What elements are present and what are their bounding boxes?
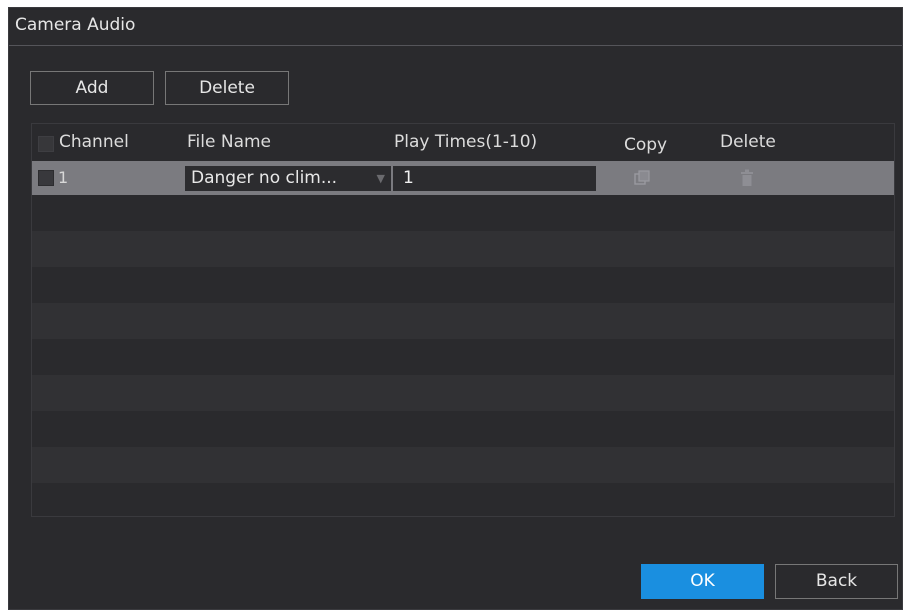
trash-icon[interactable]: [740, 169, 754, 187]
ok-button[interactable]: OK: [641, 564, 764, 599]
table-row[interactable]: 1 Danger no clim... ▼ 1: [32, 161, 894, 195]
empty-table-row: [32, 375, 894, 411]
camera-audio-dialog: Camera Audio Add Delete Channel File Nam…: [8, 7, 903, 610]
empty-table-row: [32, 303, 894, 339]
column-header-play-times: Play Times(1-10): [394, 132, 538, 152]
column-header-delete: Delete: [720, 132, 776, 152]
play-times-input[interactable]: 1: [393, 166, 596, 191]
select-all-checkbox[interactable]: [38, 136, 54, 152]
empty-table-row: [32, 447, 894, 483]
table-header: Channel File Name Play Times(1-10) Copy …: [32, 124, 894, 161]
copy-icon[interactable]: [634, 170, 650, 186]
column-header-file-name: File Name: [187, 132, 272, 152]
dialog-title: Camera Audio: [9, 8, 902, 46]
delete-button[interactable]: Delete: [165, 71, 289, 105]
column-header-channel: Channel: [59, 132, 129, 152]
add-button[interactable]: Add: [30, 71, 154, 105]
empty-table-row: [32, 411, 894, 447]
column-header-copy: Copy: [624, 135, 668, 155]
file-name-select[interactable]: Danger no clim... ▼: [185, 166, 391, 191]
back-button[interactable]: Back: [775, 564, 898, 599]
row-channel: 1: [58, 168, 69, 187]
empty-table-row: [32, 267, 894, 303]
audio-table: Channel File Name Play Times(1-10) Copy …: [31, 123, 895, 517]
empty-table-row: [32, 231, 894, 267]
table-body: 1 Danger no clim... ▼ 1: [32, 161, 894, 516]
file-name-value: Danger no clim...: [191, 168, 338, 188]
dropdown-arrow-icon: ▼: [376, 172, 385, 185]
dialog-footer: OK Back: [9, 551, 902, 609]
row-checkbox[interactable]: [38, 170, 54, 186]
empty-table-row: [32, 195, 894, 231]
empty-table-row: [32, 339, 894, 375]
empty-table-row: [32, 483, 894, 516]
